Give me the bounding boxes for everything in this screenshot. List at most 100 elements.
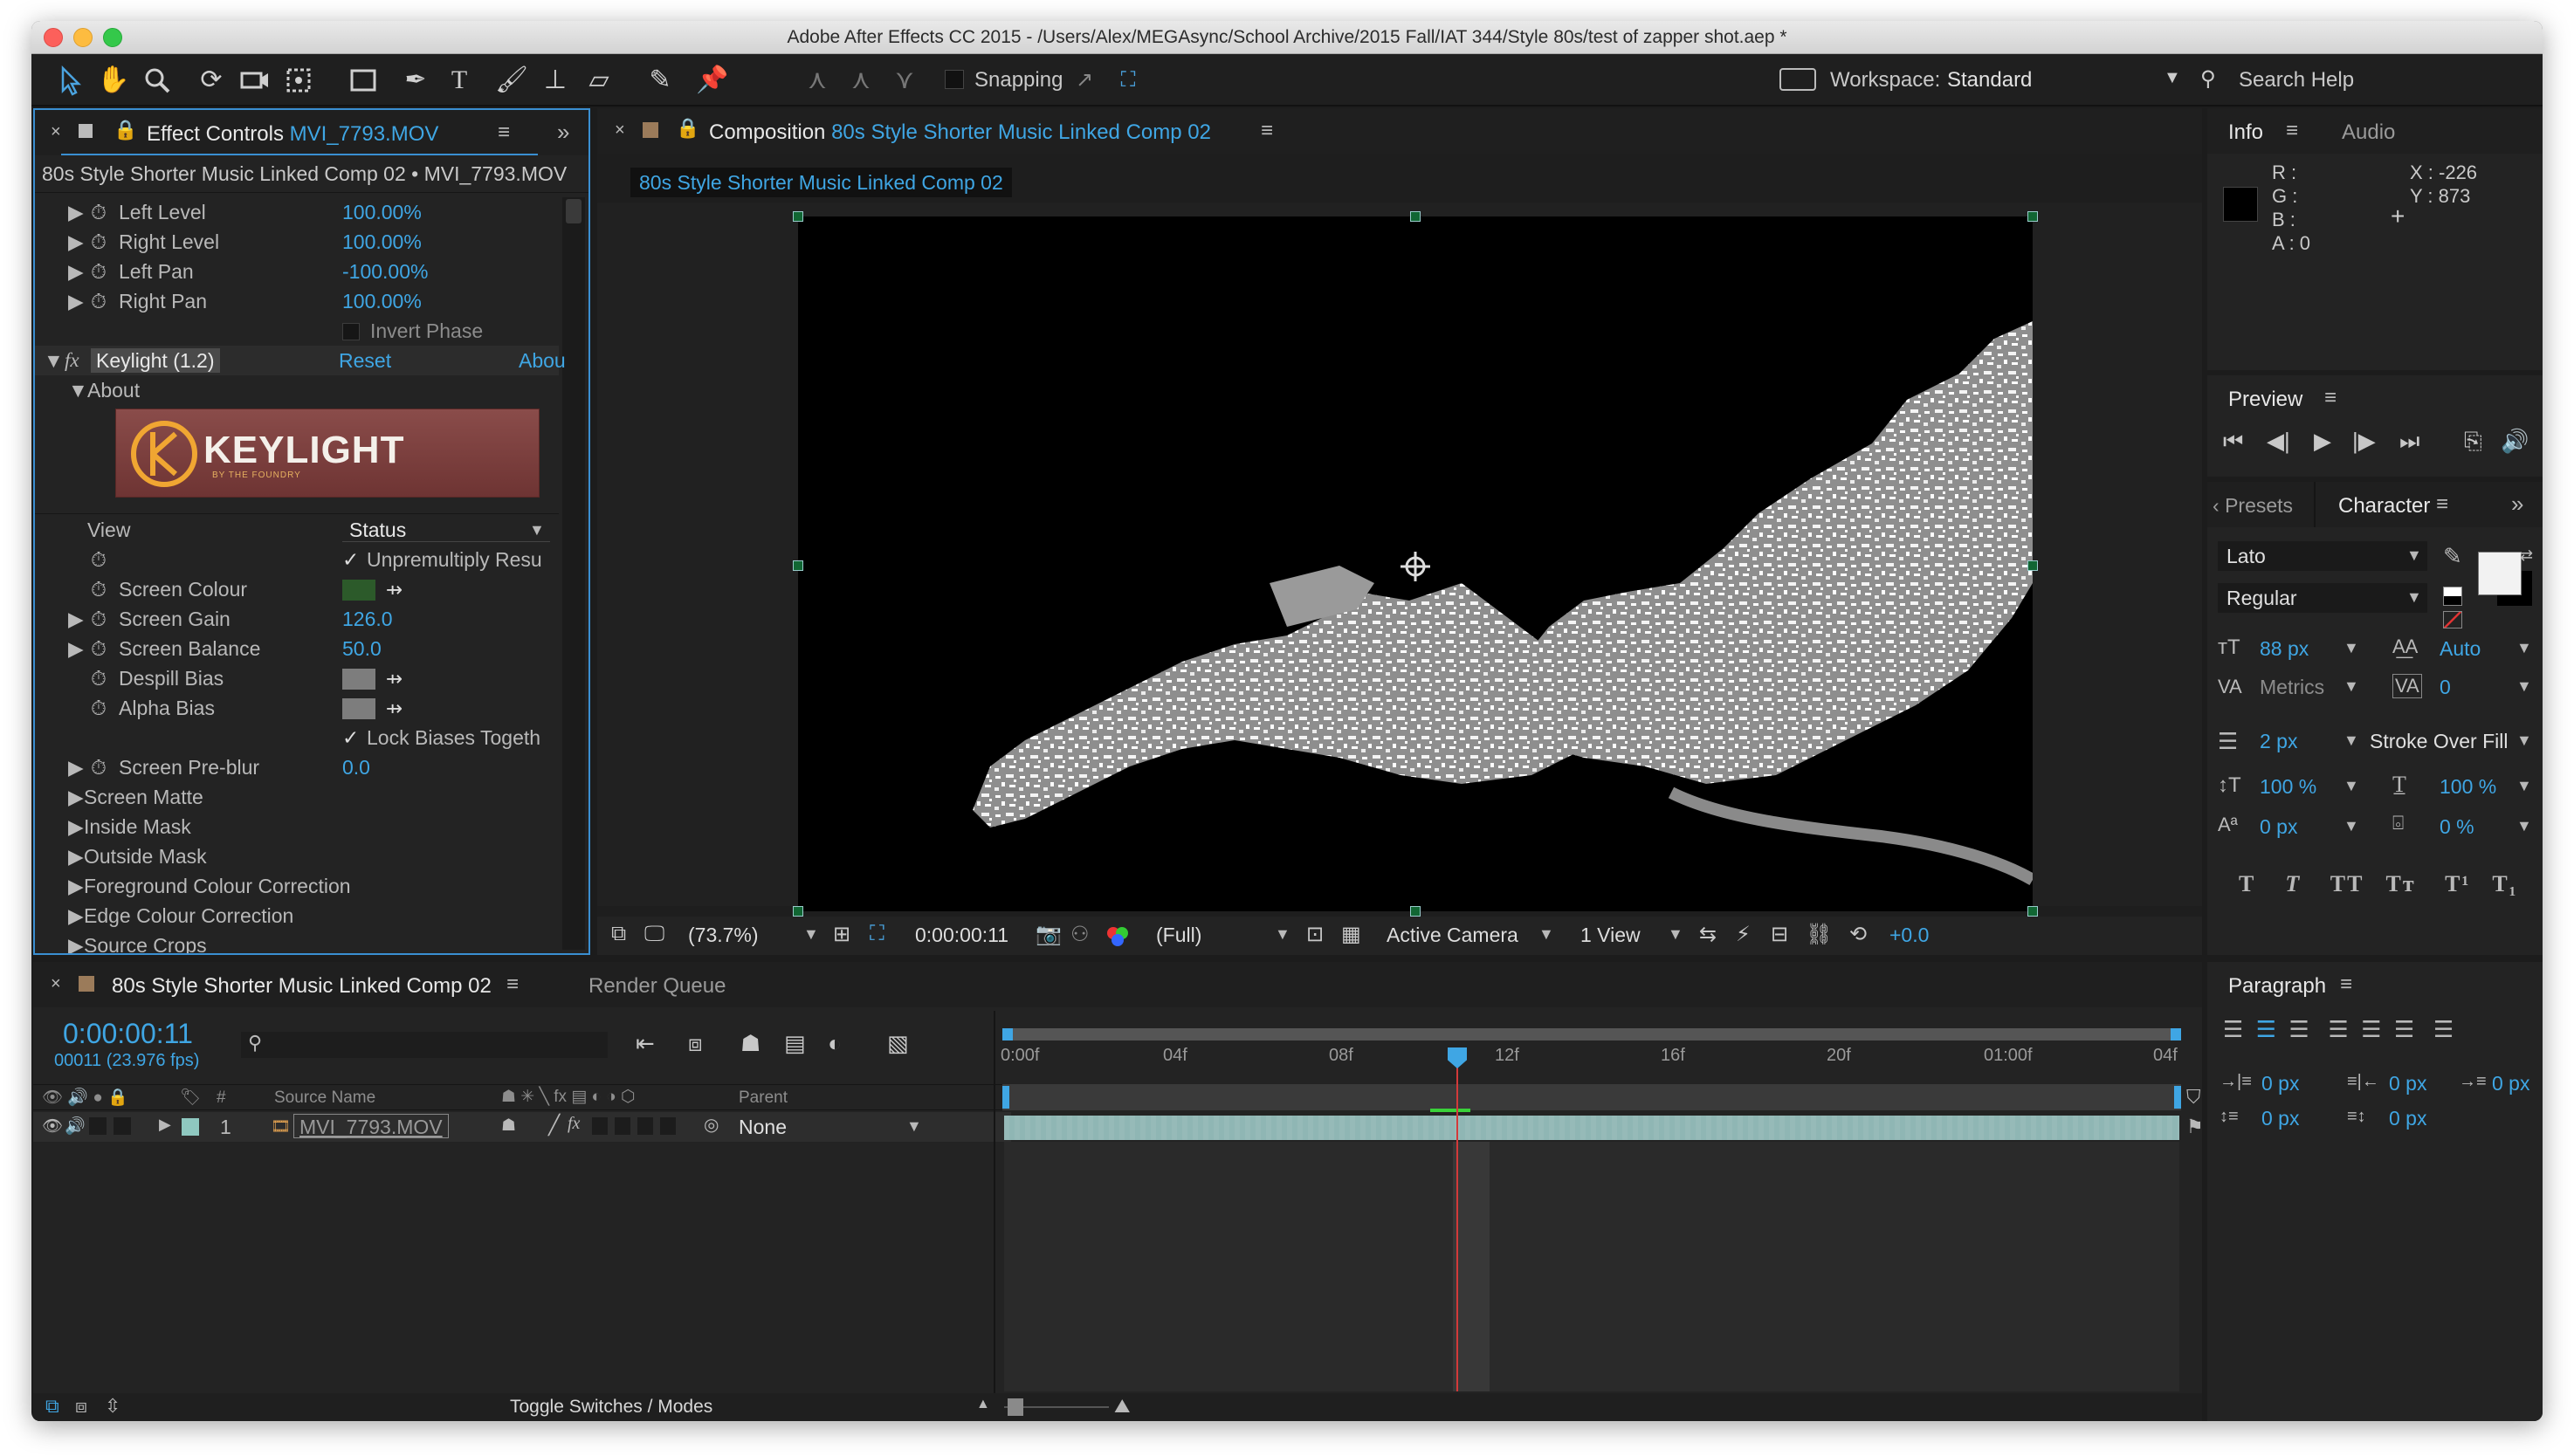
type-tool-icon[interactable]: T xyxy=(442,63,477,98)
screen-preblur-row[interactable]: ▶ ⏱ Screen Pre-blur 0.0 xyxy=(35,752,559,782)
align-left-icon[interactable]: ☰ xyxy=(2223,1016,2243,1042)
transform-handle[interactable] xyxy=(1410,906,1421,917)
tab-character[interactable]: Character xyxy=(2338,494,2430,519)
stopwatch-icon[interactable]: ⏱ xyxy=(91,574,107,604)
toggle-pixel-aspect-icon[interactable]: ⇆ xyxy=(1699,922,1717,947)
panel-menu-icon[interactable]: ≡ xyxy=(2286,119,2298,143)
reset-exposure-icon[interactable]: ⟲ xyxy=(1849,922,1867,947)
pickwhip-icon[interactable]: ◎ xyxy=(704,1114,719,1136)
lock-toggle[interactable] xyxy=(114,1117,131,1135)
vertical-scale-dropdown-icon[interactable]: ▼ xyxy=(2343,777,2359,795)
align-center-icon[interactable]: ☰ xyxy=(2256,1016,2276,1042)
mute-audio-icon[interactable]: 🔊 xyxy=(2501,428,2529,455)
region-of-interest-icon[interactable]: ⛶ xyxy=(870,922,884,946)
padlock-icon[interactable]: 🔒 xyxy=(676,117,699,140)
more-tabs-icon[interactable]: » xyxy=(2511,491,2523,518)
first-frame-icon[interactable]: ⏮ xyxy=(2223,428,2243,456)
hand-tool-icon[interactable]: ✋ xyxy=(96,63,131,98)
faux-bold-icon[interactable]: T xyxy=(2239,871,2255,896)
tab-info[interactable]: Info xyxy=(2228,120,2263,145)
motion-blur-icon[interactable]: ◐ xyxy=(828,1030,842,1057)
invert-phase-checkbox[interactable] xyxy=(342,323,360,340)
composition-tab[interactable]: Composition 80s Style Shorter Music Link… xyxy=(709,120,1211,145)
motion-blur-switch[interactable] xyxy=(615,1117,630,1135)
layer-marker-icon[interactable]: ⚑ xyxy=(2186,1116,2202,1138)
transform-handle[interactable] xyxy=(2027,211,2038,222)
font-size-dropdown-icon[interactable]: ▼ xyxy=(2343,639,2359,657)
vertical-scale-value[interactable]: 100 % xyxy=(2260,775,2316,799)
expand-triangle-icon[interactable]: ▶ xyxy=(68,227,84,257)
expand-triangle-icon[interactable]: ▶ xyxy=(68,604,84,634)
expand-triangle-icon[interactable]: ▶ xyxy=(68,752,84,782)
panel-menu-icon[interactable]: ≡ xyxy=(506,972,519,997)
local-axis-icon[interactable]: ⋏ xyxy=(800,63,835,98)
space-after-value[interactable]: 0 px xyxy=(2389,1107,2426,1130)
tab-audio[interactable]: Audio xyxy=(2342,120,2395,145)
keylight-effect-row[interactable]: ▼ fx Keylight (1.2) Reset Abou xyxy=(35,346,566,375)
eyedropper-icon[interactable]: ⇸ xyxy=(386,693,403,723)
timeline-current-time[interactable]: 0:00:00:11 xyxy=(63,1018,193,1050)
screen-colour-swatch[interactable] xyxy=(342,580,375,601)
puppet-pin-tool-icon[interactable]: 📌 xyxy=(695,63,730,98)
snap-icon[interactable]: ↗ xyxy=(1067,63,1102,98)
effects-switch-icon[interactable]: fx xyxy=(568,1114,580,1134)
stopwatch-icon[interactable]: ⏱ xyxy=(91,663,107,693)
default-colors-icon[interactable] xyxy=(2443,587,2462,606)
screen-balance-row[interactable]: ▶ ⏱ Screen Balance 50.0 xyxy=(35,634,559,663)
panel-menu-icon[interactable]: ≡ xyxy=(498,120,510,145)
stroke-mode-dropdown-icon[interactable]: ▼ xyxy=(2516,731,2532,750)
resolution-select[interactable]: (Full) xyxy=(1156,924,1201,947)
scrollbar-thumb[interactable] xyxy=(566,199,582,223)
expand-layer-triangle-icon[interactable]: ▶ xyxy=(159,1116,171,1134)
space-before-value[interactable]: 0 px xyxy=(2261,1107,2299,1130)
layer-switches-toggle-icon[interactable]: ⧉ xyxy=(45,1395,59,1418)
playhead-line[interactable] xyxy=(1456,1047,1458,1391)
hide-shy-layers-icon[interactable]: ☗ xyxy=(740,1030,760,1057)
view-layout-dropdown-icon[interactable]: ▼ xyxy=(1668,925,1683,944)
align-right-icon[interactable]: ☰ xyxy=(2289,1016,2309,1042)
stroke-width-value[interactable]: 2 px xyxy=(2260,730,2297,753)
group-outside-mask[interactable]: ▶ Outside Mask xyxy=(35,841,559,871)
timeline-zoom-slider-thumb[interactable] xyxy=(1008,1398,1023,1416)
justify-left-icon[interactable]: ☰ xyxy=(2329,1016,2349,1042)
lock-tab-icon[interactable] xyxy=(79,124,93,138)
workspace-select[interactable]: Standard xyxy=(1947,68,2032,93)
transform-handle[interactable] xyxy=(2027,906,2038,917)
justify-all-icon[interactable]: ☰ xyxy=(2433,1016,2454,1042)
expand-triangle-icon[interactable]: ▶ xyxy=(68,257,84,286)
all-caps-icon[interactable]: TT xyxy=(2330,871,2364,896)
work-area-bar[interactable] xyxy=(1002,1028,2181,1040)
color-channels-icon[interactable] xyxy=(1105,925,1130,948)
expand-triangle-icon[interactable]: ▶ xyxy=(68,634,84,663)
tracking-dropdown-icon[interactable]: ▼ xyxy=(2516,677,2532,696)
snap-feature-icon[interactable]: ⛶ xyxy=(1111,63,1146,98)
more-tabs-icon[interactable]: » xyxy=(557,119,569,146)
property-value[interactable]: 100.00% xyxy=(342,286,422,316)
in-out-toggle-icon[interactable]: ⇳ xyxy=(105,1395,120,1418)
stopwatch-icon[interactable]: ⏱ xyxy=(91,257,107,286)
view-dropdown-icon[interactable]: ▼ xyxy=(529,515,545,545)
expand-triangle-icon[interactable]: ▶ xyxy=(68,782,84,812)
screen-balance-value[interactable]: 50.0 xyxy=(342,634,382,663)
work-area-start-handle[interactable] xyxy=(1002,1028,1013,1040)
zoom-tool-icon[interactable] xyxy=(140,63,175,98)
eraser-tool-icon[interactable]: ▱ xyxy=(582,63,616,98)
world-axis-icon[interactable]: ⋏ xyxy=(843,63,878,98)
screen-gain-value[interactable]: 126.0 xyxy=(342,604,393,634)
transform-handle[interactable] xyxy=(1410,211,1421,222)
panel-menu-icon[interactable]: ≡ xyxy=(2324,386,2337,410)
keylight-effect-name[interactable]: Keylight (1.2) xyxy=(91,348,220,373)
transform-handle[interactable] xyxy=(793,211,803,222)
property-row-left-pan[interactable]: ▶ ⏱ Left Pan -100.00% xyxy=(35,257,559,286)
exposure-value[interactable]: +0.0 xyxy=(1889,924,1929,947)
stopwatch-icon[interactable]: ⏱ xyxy=(91,693,107,723)
kerning-value[interactable]: Metrics xyxy=(2260,676,2324,699)
font-style-select[interactable]: Regular xyxy=(2218,583,2427,613)
rotation-tool-icon[interactable]: ⟳ xyxy=(194,63,229,98)
fast-previews-icon[interactable]: ⊡ xyxy=(1306,922,1324,947)
tsume-dropdown-icon[interactable]: ▼ xyxy=(2516,817,2532,835)
always-preview-icon[interactable]: ⧉ xyxy=(611,922,626,946)
work-area-end-handle[interactable] xyxy=(2171,1028,2181,1040)
search-help-input[interactable]: Search Help xyxy=(2239,68,2354,93)
eyedropper-icon[interactable]: ⇸ xyxy=(386,574,403,604)
